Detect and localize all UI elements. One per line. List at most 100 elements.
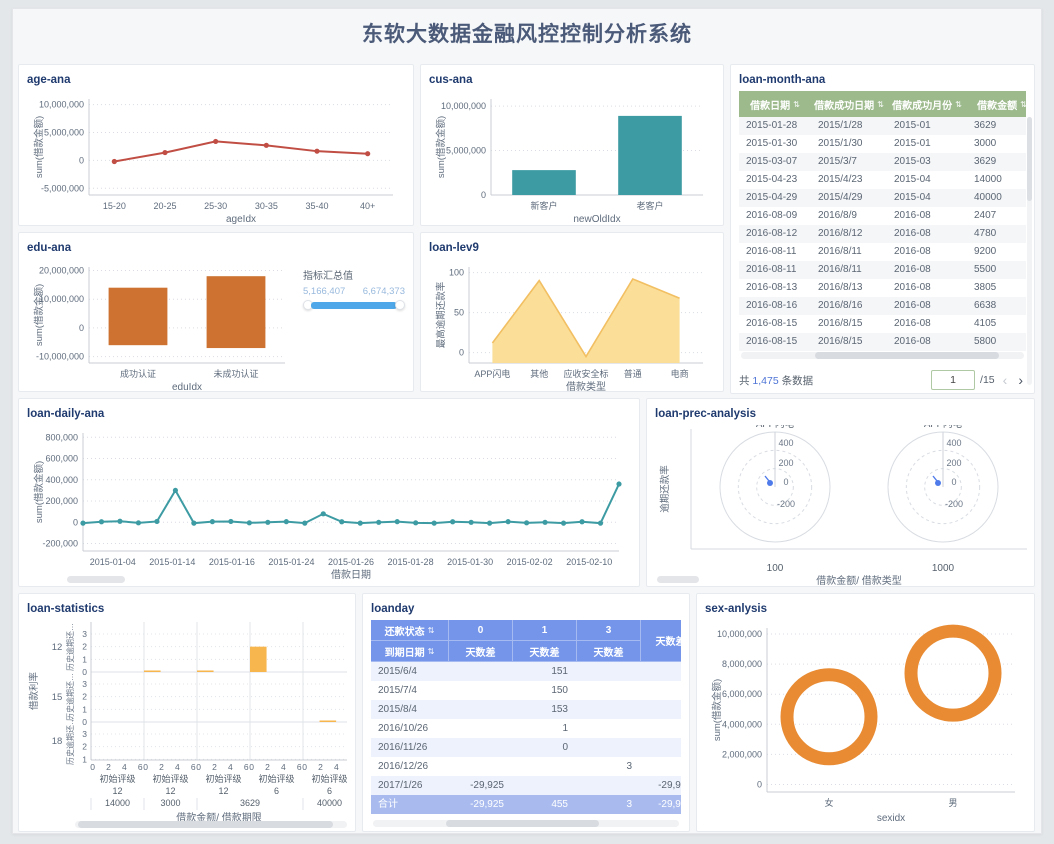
column-header[interactable]: 还款状态⇅ (371, 620, 449, 641)
svg-text:sum(借款金额): sum(借款金额) (33, 284, 45, 346)
svg-text:newOldIdx: newOldIdx (573, 214, 620, 225)
svg-text:12: 12 (218, 786, 228, 796)
panel-title-loanday: loanday (371, 602, 681, 620)
svg-text:2: 2 (318, 762, 323, 772)
svg-text:应收安全标: 应收安全标 (563, 368, 608, 379)
sort-icon[interactable]: ⇅ (877, 100, 884, 109)
svg-text:5,000,000: 5,000,000 (446, 146, 486, 156)
total-count-label: 共 1,475 条数据 (739, 373, 813, 388)
svg-text:8,000,000: 8,000,000 (722, 659, 762, 669)
page-title: 东软大数据金融风控控制分析系统 (0, 18, 1054, 48)
vertical-scrollbar[interactable] (1027, 117, 1032, 385)
svg-text:历史逾期还…: 历史逾期还… (65, 623, 75, 671)
age-ana-chart[interactable]: 10,000,0005,000,0000-5,000,00015-2020-25… (27, 91, 405, 226)
svg-text:0: 0 (196, 762, 201, 772)
svg-text:sum(借款金额): sum(借款金额) (711, 679, 723, 741)
table-row: 2016-08-152016/8/152016-084105 (739, 315, 1026, 333)
svg-text:2015-01-30: 2015-01-30 (447, 557, 493, 567)
sort-icon[interactable]: ⇅ (428, 626, 435, 635)
svg-text:2: 2 (82, 692, 87, 702)
panel-age-ana: age-ana 10,000,0005,000,0000-5,000,00015… (18, 64, 414, 226)
metric-range-slider[interactable] (303, 300, 405, 310)
svg-text:2015-01-16: 2015-01-16 (209, 557, 255, 567)
svg-text:老客户: 老客户 (636, 200, 663, 211)
column-header[interactable]: 借款日期⇅ (739, 91, 811, 117)
svg-text:eduIdx: eduIdx (172, 382, 202, 392)
svg-text:100: 100 (449, 268, 464, 278)
table-row: 2016/12/263 (371, 757, 681, 776)
loan-daily-ana-chart[interactable]: 800,000600,000400,000200,0000-200,000201… (27, 425, 631, 586)
svg-text:0: 0 (79, 323, 84, 333)
svg-text:1: 1 (82, 704, 87, 714)
cus-ana-chart[interactable]: 10,000,0005,000,0000新客户老客户newOldIdxsum(借… (429, 91, 715, 226)
svg-text:0: 0 (302, 762, 307, 772)
loan-statistics-chart[interactable]: 借款利率12历史逾期还…321015历史逾期还…321018历史逾期还…3210… (27, 620, 347, 831)
svg-text:APP闪电: APP闪电 (474, 368, 510, 379)
svg-text:6: 6 (191, 762, 196, 772)
horizontal-scrollbar[interactable] (657, 576, 754, 583)
svg-text:借款利率: 借款利率 (28, 672, 40, 711)
column-header[interactable]: 借款金额⇅ (967, 91, 1026, 117)
svg-text:14000: 14000 (105, 798, 130, 808)
svg-text:35-40: 35-40 (305, 201, 328, 211)
svg-text:APP闪电: APP闪电 (924, 425, 963, 430)
panel-title-age-ana: age-ana (27, 73, 405, 91)
table-row: 2016-08-122016/8/122016-084780 (739, 225, 1026, 243)
svg-text:3: 3 (82, 629, 87, 639)
table-row: 2016-08-132016/8/132016-083805 (739, 279, 1026, 297)
loan-prec-analysis-chart[interactable]: 逾期还款率APP闪电4002000-200100APP闪电4002000-200… (655, 425, 1026, 587)
table-row: 2015-04-292015/4/292015-0440000 (739, 189, 1026, 207)
horizontal-scrollbar[interactable] (741, 352, 1024, 359)
sex-anlysis-chart[interactable]: 10,000,0008,000,0006,000,0004,000,0002,0… (705, 620, 1026, 829)
horizontal-scrollbar[interactable] (373, 820, 679, 827)
table-row: 2015-01-302015/1/302015-013000 (739, 135, 1026, 153)
svg-text:-5,000,000: -5,000,000 (41, 183, 84, 193)
panel-loan-month-ana: loan-month-ana 借款日期⇅借款成功日期⇅借款成功月份⇅借款金额⇅2… (730, 64, 1035, 394)
table-row: 2017/1/26-29,925-29,925 (371, 776, 681, 795)
svg-text:15: 15 (52, 692, 63, 703)
column-header[interactable]: 借款成功日期⇅ (811, 91, 887, 117)
svg-text:2,000,000: 2,000,000 (722, 749, 762, 759)
table-row: 2016-08-152016/8/152016-085800 (739, 333, 1026, 351)
svg-text:APP闪电: APP闪电 (756, 425, 795, 430)
prev-page-button[interactable]: ‹ (1000, 373, 1011, 387)
svg-text:初始评级: 初始评级 (99, 773, 135, 784)
svg-text:sum(借款金额): sum(借款金额) (33, 116, 45, 178)
svg-text:男: 男 (948, 798, 957, 808)
sort-icon[interactable]: ⇅ (428, 647, 435, 656)
svg-text:0: 0 (73, 517, 78, 527)
svg-text:2: 2 (82, 642, 87, 652)
horizontal-scrollbar[interactable] (67, 576, 627, 583)
panel-title-loan-lev9: loan-lev9 (429, 241, 715, 259)
svg-text:200: 200 (946, 458, 961, 468)
svg-text:3: 3 (82, 679, 87, 689)
svg-text:历史逾期还…: 历史逾期还… (65, 673, 75, 721)
panel-edu-ana: edu-ana 20,000,00010,000,0000-10,000,000… (18, 232, 414, 392)
svg-text:3000: 3000 (160, 798, 180, 808)
svg-text:100: 100 (767, 563, 784, 574)
loan-lev9-chart[interactable]: 100500APP闪电其他应收安全标普通电商借款类型最高逾期还款率 (429, 259, 715, 392)
panel-title-loan-statistics: loan-statistics (27, 602, 347, 620)
page-input[interactable] (931, 370, 975, 390)
svg-text:10,000,000: 10,000,000 (39, 294, 84, 304)
svg-text:4: 4 (122, 762, 127, 772)
svg-text:6: 6 (274, 786, 279, 796)
svg-text:15-20: 15-20 (103, 201, 126, 211)
column-header[interactable]: 到期日期⇅ (371, 641, 449, 662)
sort-icon[interactable]: ⇅ (1020, 100, 1026, 109)
column-header[interactable]: 借款成功月份⇅ (887, 91, 967, 117)
slider-right-handle[interactable] (395, 300, 405, 310)
sort-icon[interactable]: ⇅ (955, 100, 962, 109)
svg-text:1: 1 (82, 754, 87, 764)
next-page-button[interactable]: › (1015, 373, 1026, 387)
panel-sex-anlysis: sex-anlysis 10,000,0008,000,0006,000,000… (696, 593, 1035, 832)
table-row: 2015/6/4151 (371, 662, 681, 681)
svg-text:ageIdx: ageIdx (226, 214, 256, 225)
table-row: 2016-08-092016/8/92016-082407 (739, 207, 1026, 225)
svg-text:20,000,000: 20,000,000 (39, 265, 84, 275)
sort-icon[interactable]: ⇅ (793, 100, 800, 109)
horizontal-scrollbar[interactable] (75, 821, 347, 828)
table-row: 2015-03-072015/3/72015-033629 (739, 153, 1026, 171)
svg-text:20-25: 20-25 (153, 201, 176, 211)
slider-bar[interactable] (311, 302, 397, 309)
